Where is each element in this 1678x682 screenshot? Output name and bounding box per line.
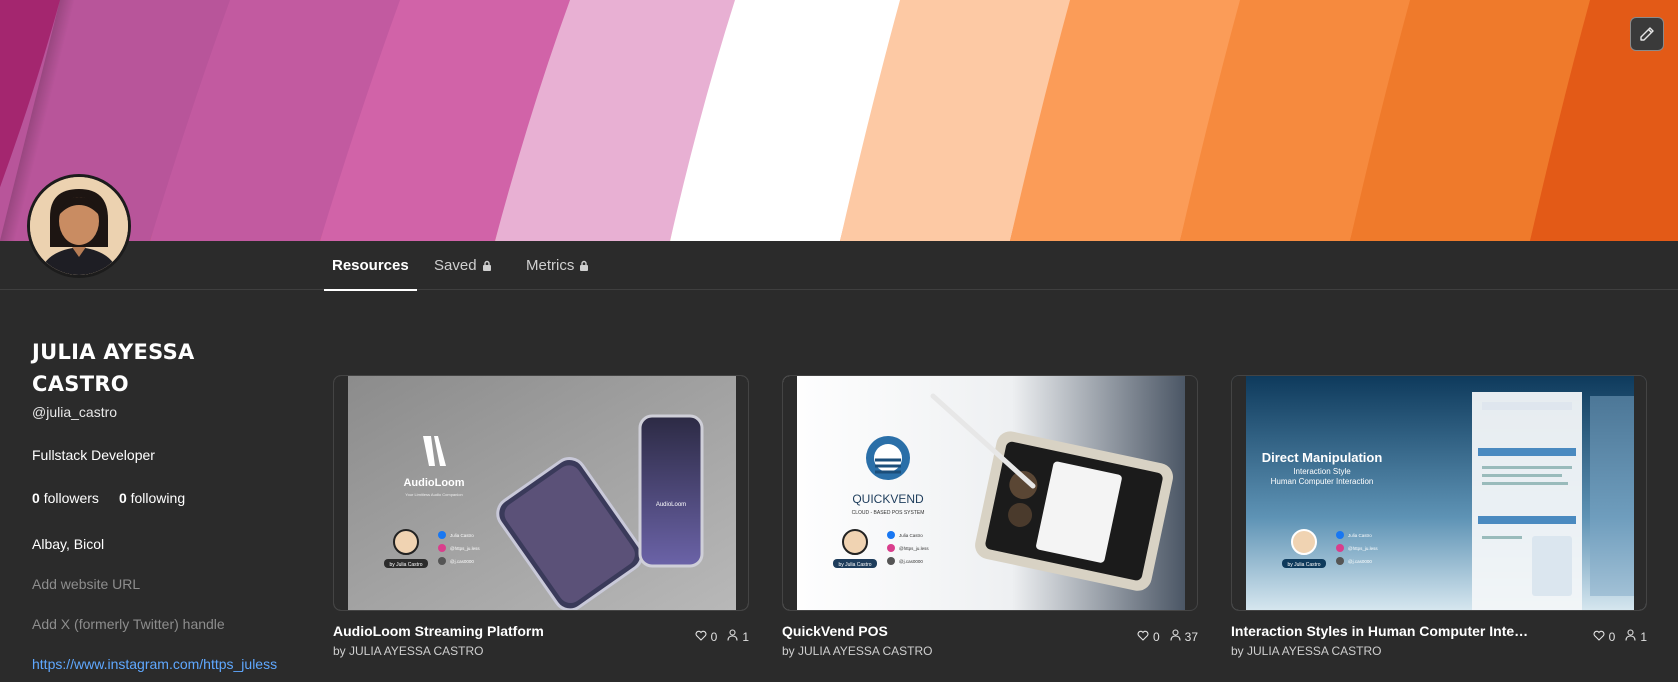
pencil-icon (1639, 26, 1655, 42)
audioloom-phone-brand: AudioLoom (656, 502, 686, 508)
quickvend-byline: by Julia Castro (838, 562, 871, 568)
likes-stat[interactable]: 0 (1137, 630, 1160, 644)
follow-stats: 0 followers 0 following (32, 490, 292, 506)
following-label: following (130, 490, 186, 506)
add-website-link[interactable]: Add website URL (32, 576, 292, 592)
card-author[interactable]: by JULIA AYESSA CASTRO (1231, 644, 1647, 658)
audioloom-brand: AudioLoom (403, 477, 464, 489)
users-count: 37 (1184, 629, 1198, 644)
heart-icon (1593, 630, 1605, 644)
edit-banner-button[interactable] (1630, 17, 1664, 51)
card-thumbnail[interactable]: AudioLoom Your Limitless Audio Companion… (333, 375, 749, 611)
card-thumbnail[interactable]: Direct Manipulation Interaction Style Hu… (1231, 375, 1647, 611)
card-stats: 0 37 (1137, 629, 1198, 644)
thumb-subheading-2: Human Computer Interaction (1271, 477, 1374, 486)
social-instagram: @https_ju.less (1348, 546, 1378, 551)
social-github: @j.cas0000 (450, 559, 474, 564)
lock-icon (579, 260, 589, 271)
banner-stripes (0, 0, 1678, 241)
followers-link[interactable]: 0 followers (32, 490, 99, 506)
users-stat: 37 (1170, 629, 1198, 644)
instagram-link[interactable]: https://www.instagram.com/https_juless (32, 656, 292, 672)
card-title[interactable]: AudioLoom Streaming Platform (333, 623, 633, 639)
profile-page: Resources Saved Metrics JULIA AYESSA CAS… (0, 0, 1678, 682)
social-github: @j.cas0000 (1348, 559, 1372, 564)
card-author[interactable]: by JULIA AYESSA CASTRO (782, 644, 1198, 658)
user-icon (727, 629, 738, 644)
following-count: 0 (118, 490, 127, 506)
resource-card[interactable]: Direct Manipulation Interaction Style Hu… (1231, 375, 1647, 658)
likes-stat[interactable]: 0 (1593, 629, 1616, 644)
card-stats: 0 1 (695, 629, 749, 644)
users-count: 1 (1640, 629, 1647, 644)
avatar[interactable] (27, 174, 131, 278)
social-instagram: @https_ju.less (899, 546, 929, 551)
resource-card[interactable]: QUICKVEND CLOUD - BASED POS SYSTEM by Ju… (782, 375, 1198, 658)
social-facebook: Julia Castro (450, 533, 474, 538)
audioloom-byline: by Julia Castro (389, 562, 422, 568)
likes-count: 0 (710, 629, 718, 644)
quickvend-brand: QUICKVEND (852, 492, 924, 506)
users-stat: 1 (727, 629, 749, 644)
tab-metrics[interactable]: Metrics (518, 241, 597, 290)
social-facebook: Julia Castro (1348, 533, 1372, 538)
resource-card[interactable]: AudioLoom Your Limitless Audio Companion… (333, 375, 749, 658)
tab-saved[interactable]: Saved (426, 241, 500, 290)
card-thumbnail[interactable]: QUICKVEND CLOUD - BASED POS SYSTEM by Ju… (782, 375, 1198, 611)
following-link[interactable]: 0 following (119, 490, 185, 506)
quickvend-tagline: CLOUD - BASED POS SYSTEM (852, 510, 925, 516)
tab-metrics-label: Metrics (526, 257, 575, 274)
interaction-byline: by Julia Castro (1287, 562, 1320, 568)
avatar-portrait (30, 177, 128, 275)
thumb-heading: Direct Manipulation (1262, 450, 1383, 465)
profile-bio: Fullstack Developer (32, 447, 155, 463)
cover-banner (0, 0, 1678, 241)
card-title[interactable]: QuickVend POS (782, 623, 1082, 639)
users-count: 1 (742, 629, 749, 644)
card-stats: 0 1 (1593, 629, 1647, 644)
profile-location: Albay, Bicol (32, 536, 105, 552)
profile-tabs: Resources Saved Metrics (0, 241, 1678, 291)
audioloom-thumbnail: AudioLoom Your Limitless Audio Companion… (334, 376, 748, 610)
likes-count: 0 (1608, 629, 1616, 644)
likes-count: 0 (1152, 629, 1160, 644)
card-title[interactable]: Interaction Styles in Human Computer Int… (1231, 623, 1531, 639)
heart-icon (695, 630, 707, 644)
user-icon (1625, 629, 1636, 644)
profile-sidebar: JULIA AYESSA CASTRO @julia_castro Fullst… (32, 336, 292, 672)
add-twitter-link[interactable]: Add X (formerly Twitter) handle (32, 616, 292, 632)
user-icon (1170, 629, 1181, 644)
profile-handle: @julia_castro (32, 404, 118, 420)
tab-resources-label: Resources (332, 257, 409, 274)
heart-icon (1137, 630, 1149, 644)
quickvend-logo-icon (866, 436, 910, 480)
lock-icon (482, 260, 492, 271)
profile-name: JULIA AYESSA CASTRO (32, 340, 195, 396)
social-facebook: Julia Castro (899, 533, 923, 538)
quickvend-thumbnail: QUICKVEND CLOUD - BASED POS SYSTEM by Ju… (783, 376, 1197, 610)
interaction-styles-thumbnail: Direct Manipulation Interaction Style Hu… (1232, 376, 1646, 610)
tab-resources[interactable]: Resources (324, 241, 417, 291)
social-github: @j.cas0000 (899, 559, 923, 564)
users-stat: 1 (1625, 629, 1647, 644)
followers-label: followers (43, 490, 99, 506)
tab-saved-label: Saved (434, 257, 477, 274)
thumb-subheading: Interaction Style (1293, 467, 1351, 476)
followers-count: 0 (32, 490, 40, 506)
social-instagram: @https_ju.less (450, 546, 480, 551)
card-author[interactable]: by JULIA AYESSA CASTRO (333, 644, 749, 658)
likes-stat[interactable]: 0 (695, 629, 718, 644)
audioloom-tagline: Your Limitless Audio Companion (405, 492, 462, 497)
